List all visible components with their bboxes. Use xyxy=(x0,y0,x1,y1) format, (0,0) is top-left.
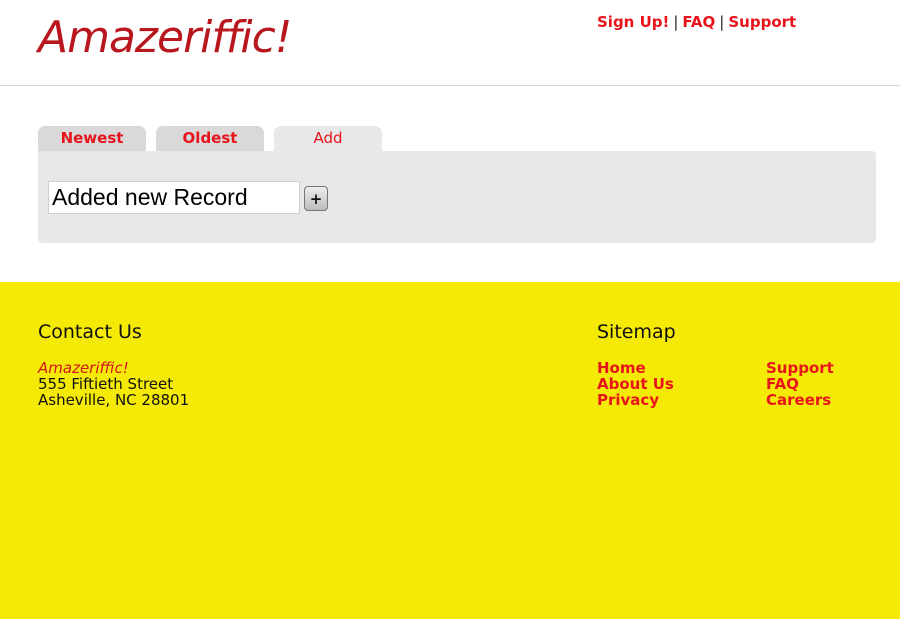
contact-street: 555 Fiftieth Street xyxy=(38,375,174,393)
sitemap-link-home[interactable]: Home xyxy=(597,360,674,376)
signup-link[interactable]: Sign Up! xyxy=(597,13,669,31)
nav-separator: | xyxy=(719,13,725,31)
tab-newest[interactable]: Newest xyxy=(38,126,146,152)
contact-heading: Contact Us xyxy=(38,321,142,343)
support-link[interactable]: Support xyxy=(728,13,796,31)
tab-oldest[interactable]: Oldest xyxy=(156,126,264,152)
sitemap-link-support[interactable]: Support xyxy=(766,360,834,376)
sitemap-column-1: Home About Us Privacy xyxy=(597,360,674,408)
new-record-input[interactable] xyxy=(48,181,300,214)
faq-link[interactable]: FAQ xyxy=(682,13,715,31)
sitemap-link-careers[interactable]: Careers xyxy=(766,392,834,408)
contact-city: Asheville, NC 28801 xyxy=(38,391,190,409)
top-nav: Sign Up! | FAQ | Support xyxy=(597,12,796,32)
nav-separator: | xyxy=(673,13,679,31)
sitemap-link-faq[interactable]: FAQ xyxy=(766,376,834,392)
sitemap-link-privacy[interactable]: Privacy xyxy=(597,392,674,408)
contact-company: Amazeriffic! xyxy=(38,359,129,377)
header: Amazeriffic! Sign Up! | FAQ | Support xyxy=(0,0,900,86)
add-record-button[interactable]: + xyxy=(304,186,328,211)
logo[interactable]: Amazeriffic! xyxy=(38,10,292,66)
tab-add[interactable]: Add xyxy=(274,126,382,152)
sitemap-column-2: Support FAQ Careers xyxy=(766,360,834,408)
sitemap-link-about-us[interactable]: About Us xyxy=(597,376,674,392)
sitemap-heading: Sitemap xyxy=(597,321,676,343)
footer: Contact Us Amazeriffic! 555 Fiftieth Str… xyxy=(0,282,900,619)
add-record-panel: + xyxy=(38,151,876,243)
contact-address: Amazeriffic! 555 Fiftieth Street Ashevil… xyxy=(38,360,189,408)
page: Amazeriffic! Sign Up! | FAQ | Support Newest… xyxy=(0,0,900,619)
